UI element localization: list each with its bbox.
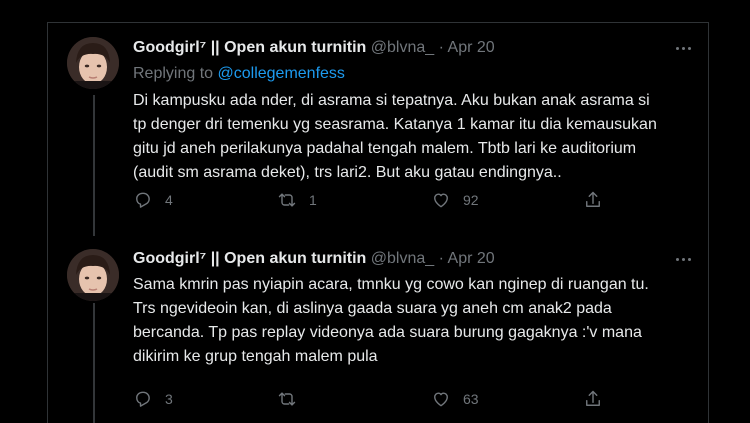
tweet-header: Goodgirl⁷ || Open akun turnitin @blvna_ … xyxy=(133,38,495,58)
tweet-2[interactable]: Goodgirl⁷ || Open akun turnitin @blvna_ … xyxy=(48,233,708,423)
like-count: 63 xyxy=(463,391,479,407)
tweet-text: Di kampusku ada nder, di asrama si tepat… xyxy=(133,92,657,181)
share-button[interactable] xyxy=(583,190,603,210)
thread-connector-line xyxy=(93,233,95,236)
avatar[interactable] xyxy=(67,249,119,301)
reply-count: 4 xyxy=(165,192,173,208)
avatar-image xyxy=(67,37,119,89)
retweet-icon xyxy=(278,392,296,406)
reply-count: 3 xyxy=(165,391,173,407)
display-name[interactable]: Goodgirl⁷ || Open akun turnitin xyxy=(133,39,366,56)
tweet-thread-panel: Goodgirl⁷ || Open akun turnitin @blvna_ … xyxy=(47,22,709,423)
reply-icon xyxy=(136,192,150,208)
like-icon xyxy=(434,392,448,407)
like-count: 92 xyxy=(463,192,479,208)
tweet-header: Goodgirl⁷ || Open akun turnitin @blvna_ … xyxy=(133,249,495,269)
retweet-button[interactable]: 1 xyxy=(277,190,317,210)
replying-to-line: Replying to @collegemenfess xyxy=(133,64,345,84)
retweet-button[interactable] xyxy=(277,389,309,409)
tweet-1[interactable]: Goodgirl⁷ || Open akun turnitin @blvna_ … xyxy=(48,23,708,235)
tweet-date[interactable]: Apr 20 xyxy=(448,39,495,56)
like-button[interactable]: 92 xyxy=(431,190,479,210)
thread-connector-line xyxy=(93,303,95,423)
avatar[interactable] xyxy=(67,37,119,89)
replying-to-prefix: Replying to xyxy=(133,65,214,82)
share-icon xyxy=(586,191,600,207)
like-icon xyxy=(434,193,448,208)
retweet-count: 1 xyxy=(309,192,317,208)
thread-connector-line xyxy=(93,95,95,235)
user-handle[interactable]: @blvna_ xyxy=(371,39,434,56)
tweet-text: Sama kmrin pas nyiapin acara, tmnku yg c… xyxy=(133,276,649,365)
tweet-date[interactable]: Apr 20 xyxy=(448,250,495,267)
separator-dot: · xyxy=(438,250,444,267)
share-button[interactable] xyxy=(583,389,603,409)
like-button[interactable]: 63 xyxy=(431,389,479,409)
tweet-actions: 4 1 92 xyxy=(133,190,613,212)
tweet-actions: 3 63 xyxy=(133,389,613,411)
retweet-icon xyxy=(278,193,296,207)
reply-button[interactable]: 3 xyxy=(133,389,173,409)
separator-dot: · xyxy=(438,39,444,56)
reply-icon xyxy=(136,391,150,407)
replying-to-link[interactable]: @collegemenfess xyxy=(218,65,345,82)
user-handle[interactable]: @blvna_ xyxy=(371,250,434,267)
avatar-image xyxy=(67,249,119,301)
share-icon xyxy=(586,390,600,406)
more-icon[interactable] xyxy=(672,38,694,58)
more-icon[interactable] xyxy=(672,249,694,269)
reply-button[interactable]: 4 xyxy=(133,190,173,210)
display-name[interactable]: Goodgirl⁷ || Open akun turnitin xyxy=(133,250,366,267)
